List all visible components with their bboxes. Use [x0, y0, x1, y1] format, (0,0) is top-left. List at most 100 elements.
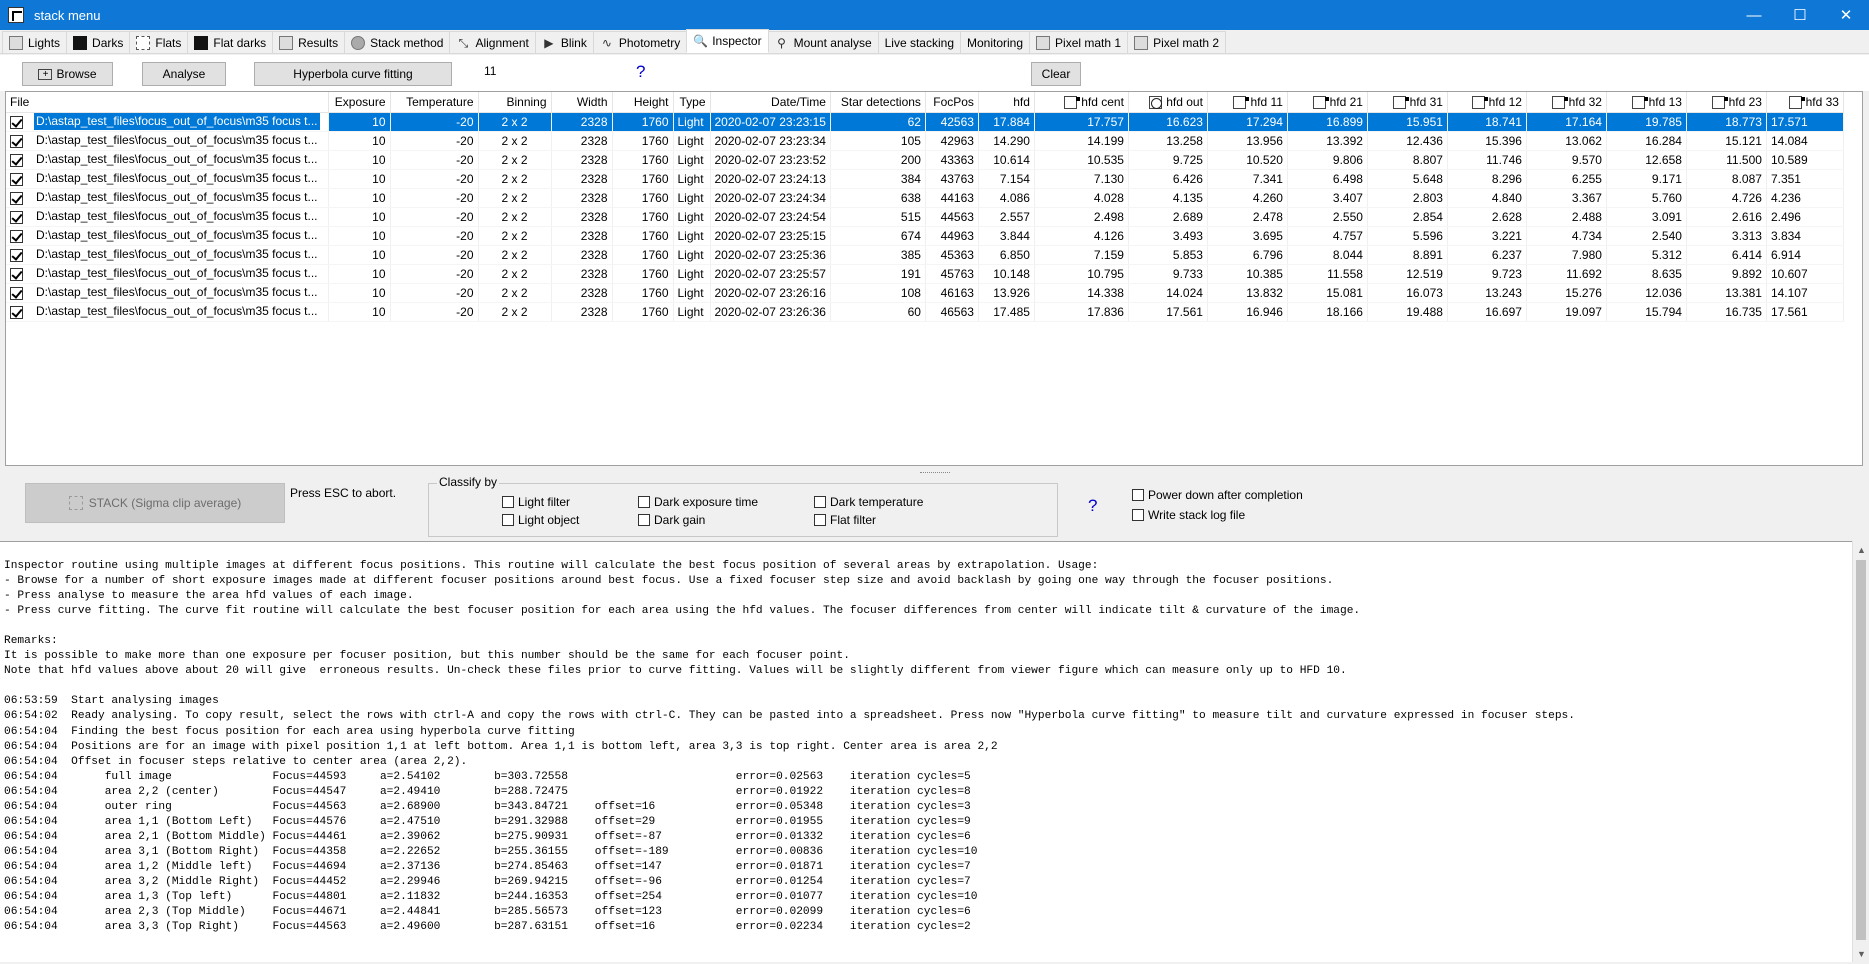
column-header-width[interactable]: Width [551, 92, 613, 113]
scroll-up-icon[interactable]: ▲ [1853, 541, 1869, 558]
dark-exposure-checkbox[interactable]: Dark exposure time [638, 495, 758, 509]
log-memo[interactable]: Inspector routine using multiple images … [0, 541, 1869, 962]
cell-hfd11: 7.341 [1207, 169, 1288, 189]
light-filter-checkbox[interactable]: Light filter [502, 495, 570, 509]
cell-binning: 2 x 2 [478, 112, 552, 132]
row-checkbox[interactable] [10, 286, 23, 300]
table-row[interactable]: D:\astap_test_files\focus_out_of_focus\m… [6, 169, 1844, 189]
column-header-hfd11[interactable]: hfd 11 [1207, 92, 1288, 113]
cell-hfd23: 2.616 [1686, 207, 1767, 227]
column-header-binning[interactable]: Binning [478, 92, 552, 113]
stack-button[interactable]: STACK (Sigma clip average) [25, 483, 285, 523]
clear-button[interactable]: Clear [1031, 62, 1081, 86]
row-checkbox[interactable] [10, 305, 23, 319]
table-row[interactable]: D:\astap_test_files\focus_out_of_focus\m… [6, 245, 1844, 265]
tab-lights[interactable]: Lights [2, 31, 68, 53]
column-header-hfd33[interactable]: hfd 33 [1766, 92, 1844, 113]
dark-temperature-checkbox[interactable]: Dark temperature [814, 495, 923, 509]
table-row[interactable]: D:\astap_test_files\focus_out_of_focus\m… [6, 112, 1844, 132]
tab-inspector[interactable]: 🔍 Inspector [686, 29, 769, 53]
table-row[interactable]: D:\astap_test_files\focus_out_of_focus\m… [6, 226, 1844, 246]
tab-results[interactable]: Results [272, 31, 346, 53]
tab-alignment[interactable]: ⤡ Alignment [449, 31, 536, 53]
cell-binning: 2 x 2 [478, 188, 552, 208]
column-header-datetime[interactable]: Date/Time [710, 92, 831, 113]
checkbox-box[interactable] [1132, 489, 1144, 501]
table-row[interactable]: D:\astap_test_files\focus_out_of_focus\m… [6, 283, 1844, 303]
cell-file: D:\astap_test_files\focus_out_of_focus\m… [6, 264, 329, 284]
dark-gain-checkbox[interactable]: Dark gain [638, 513, 705, 527]
tab-flats[interactable]: Flats [129, 31, 189, 53]
log-scrollbar[interactable]: ▲ ▼ [1852, 541, 1869, 962]
tab-stack-method[interactable]: Stack method [344, 31, 451, 53]
column-header-file[interactable]: File [6, 92, 329, 113]
checkbox-box[interactable] [638, 496, 650, 508]
tab-flat-darks[interactable]: Flat darks [187, 31, 274, 53]
minimize-button[interactable]: — [1731, 0, 1777, 30]
hyperbola-curve-fitting-button[interactable]: Hyperbola curve fitting [254, 62, 452, 86]
row-checkbox[interactable] [10, 191, 23, 205]
column-header-hfd-out[interactable]: hfd out [1128, 92, 1208, 113]
write-log-checkbox[interactable]: Write stack log file [1132, 508, 1245, 522]
row-checkbox[interactable] [10, 153, 23, 167]
row-checkbox[interactable] [10, 248, 23, 262]
checkbox-box[interactable] [502, 514, 514, 526]
log-line: 06:54:04 outer ring Focus=44563 a=2.6890… [4, 800, 971, 813]
row-checkbox[interactable] [10, 210, 23, 224]
browse-button[interactable]: + Browse [22, 62, 113, 86]
table-row[interactable]: D:\astap_test_files\focus_out_of_focus\m… [6, 131, 1844, 151]
checkbox-box[interactable] [1132, 509, 1144, 521]
column-header-hfd31[interactable]: hfd 31 [1367, 92, 1448, 113]
column-header-height[interactable]: Height [612, 92, 674, 113]
column-header-stars[interactable]: Star detections [830, 92, 926, 113]
checkbox-box[interactable] [814, 514, 826, 526]
checkbox-box[interactable] [814, 496, 826, 508]
cell-hfd33: 2.496 [1766, 207, 1844, 227]
tab-pixel-math-2[interactable]: Pixel math 2 [1127, 31, 1227, 53]
tab-darks[interactable]: Darks [66, 31, 131, 53]
table-row[interactable]: D:\astap_test_files\focus_out_of_focus\m… [6, 207, 1844, 227]
tab-live-stacking[interactable]: Live stacking [877, 31, 961, 53]
tab-mount-analyse[interactable]: ⚲ Mount analyse [767, 31, 879, 53]
scroll-down-icon[interactable]: ▼ [1853, 945, 1869, 962]
column-header-hfd21[interactable]: hfd 21 [1287, 92, 1368, 113]
scroll-thumb[interactable] [1856, 560, 1866, 940]
table-row[interactable]: D:\astap_test_files\focus_out_of_focus\m… [6, 264, 1844, 284]
column-header-focpos[interactable]: FocPos [925, 92, 979, 113]
row-checkbox[interactable] [10, 267, 23, 281]
tab-photometry[interactable]: ∿ Photometry [592, 31, 688, 53]
app-icon [8, 7, 24, 23]
row-checkbox[interactable] [10, 134, 23, 148]
table-row[interactable]: D:\astap_test_files\focus_out_of_focus\m… [6, 302, 1844, 322]
column-header-exposure[interactable]: Exposure [328, 92, 391, 113]
tab-blink[interactable]: ▶ Blink [534, 31, 594, 53]
inspector-toolbar: + Browse Analyse Hyperbola curve fitting… [0, 55, 1869, 91]
row-checkbox[interactable] [10, 172, 23, 186]
tab-pixel-math-1[interactable]: Pixel math 1 [1029, 31, 1129, 53]
column-header-hfd13[interactable]: hfd 13 [1606, 92, 1687, 113]
stack-help-link[interactable]: ? [1088, 496, 1097, 516]
close-button[interactable]: ✕ [1823, 0, 1869, 30]
column-header-hfd-cent[interactable]: hfd cent [1034, 92, 1129, 113]
cell-hfd33: 3.834 [1766, 226, 1844, 246]
column-header-hfd32[interactable]: hfd 32 [1526, 92, 1607, 113]
checkbox-box[interactable] [638, 514, 650, 526]
column-header-hfd12[interactable]: hfd 12 [1447, 92, 1527, 113]
power-down-checkbox[interactable]: Power down after completion [1132, 488, 1303, 502]
column-header-hfd23[interactable]: hfd 23 [1686, 92, 1767, 113]
checkbox-box[interactable] [502, 496, 514, 508]
column-header-temperature[interactable]: Temperature [390, 92, 479, 113]
row-checkbox[interactable] [10, 115, 23, 129]
column-header-hfd[interactable]: hfd [978, 92, 1035, 113]
row-checkbox[interactable] [10, 229, 23, 243]
table-row[interactable]: D:\astap_test_files\focus_out_of_focus\m… [6, 150, 1844, 170]
cell-stars: 200 [830, 150, 926, 170]
table-row[interactable]: D:\astap_test_files\focus_out_of_focus\m… [6, 188, 1844, 208]
maximize-button[interactable]: ☐ [1777, 0, 1823, 30]
help-link[interactable]: ? [636, 62, 645, 82]
analyse-button[interactable]: Analyse [142, 62, 226, 86]
tab-monitoring[interactable]: Monitoring [960, 31, 1031, 53]
column-header-type[interactable]: Type [673, 92, 711, 113]
flat-filter-checkbox[interactable]: Flat filter [814, 513, 876, 527]
light-object-checkbox[interactable]: Light object [502, 513, 579, 527]
